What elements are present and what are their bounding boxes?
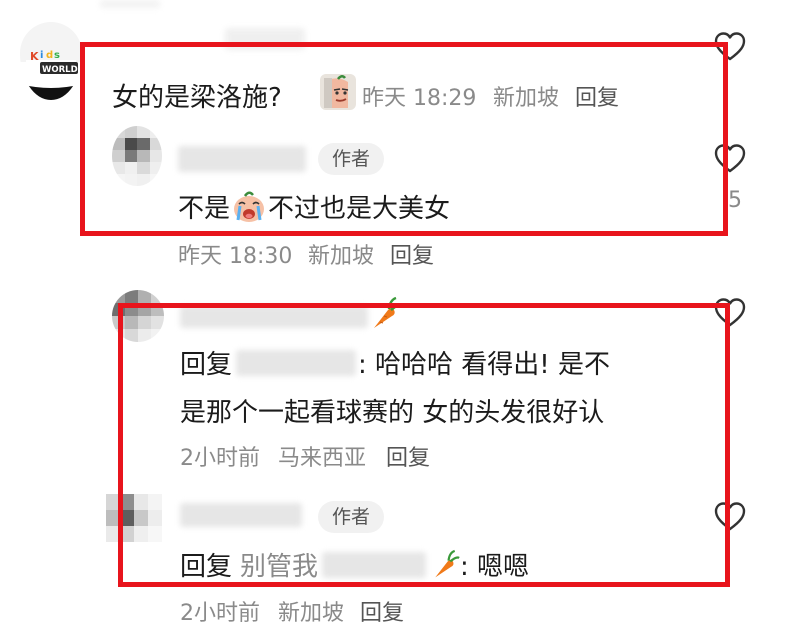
svg-text:d: d [46, 50, 53, 61]
comment-location: 新加坡 [308, 244, 375, 269]
comment-time: 2小时前 [180, 601, 260, 626]
svg-text:K: K [30, 50, 39, 63]
highlight-box [80, 42, 728, 236]
svg-text:i: i [40, 50, 43, 61]
highlight-box [118, 303, 730, 587]
logo-text: WORLD [42, 65, 78, 75]
reply-button[interactable]: 回复 [390, 238, 434, 270]
blurred-top-line [100, 0, 160, 8]
kids-world-logo: K i d s WORLD [20, 22, 82, 100]
avatar[interactable]: K i d s WORLD [20, 22, 82, 100]
svg-text:s: s [54, 50, 60, 61]
like-count: 5 [728, 188, 742, 213]
comment-location: 新加坡 [278, 601, 345, 626]
reply-button[interactable]: 回复 [360, 595, 404, 627]
comment-time: 昨天 18:30 [178, 244, 293, 269]
